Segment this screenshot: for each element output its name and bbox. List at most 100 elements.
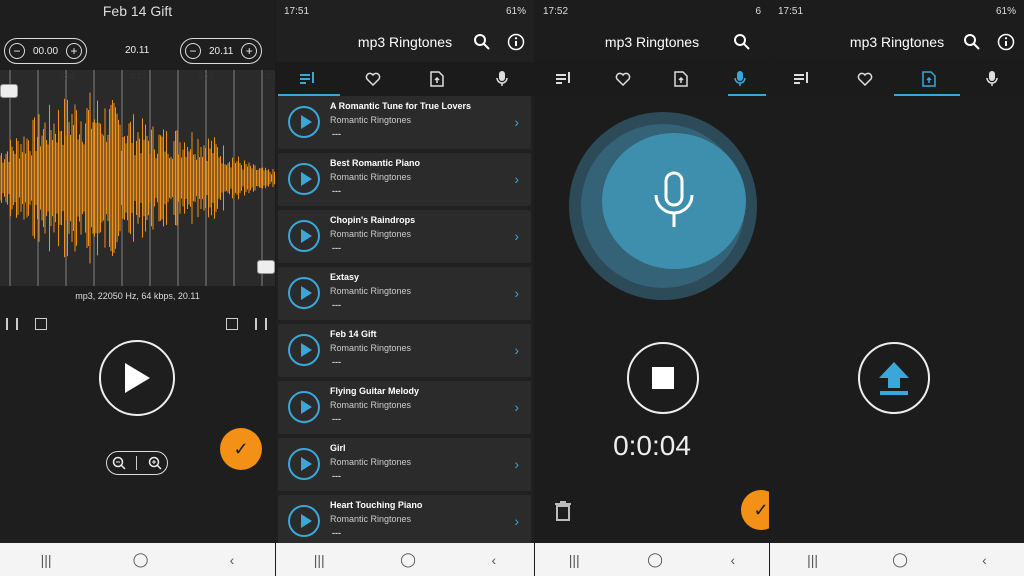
- play-icon[interactable]: [288, 220, 320, 252]
- play-icon[interactable]: [288, 277, 320, 309]
- back-icon[interactable]: ‹: [230, 552, 235, 568]
- app-title: mp3 Ringtones: [849, 34, 945, 50]
- system-nav-bar: ||| ◯ ‹: [276, 543, 534, 576]
- tab-record[interactable]: [490, 67, 514, 91]
- waveform-view[interactable]: 0:05 0:10 0:15 0:2: [0, 70, 275, 286]
- chevron-right-icon[interactable]: ›: [514, 114, 519, 130]
- tab-ringtones[interactable]: [552, 67, 576, 91]
- file-info: mp3, 22050 Hz, 64 kbps, 20.11: [75, 291, 200, 301]
- info-icon[interactable]: [997, 33, 1015, 51]
- search-icon[interactable]: [733, 33, 751, 51]
- item-subtitle: Romantic Ringtones: [330, 115, 412, 125]
- tab-upload[interactable]: [917, 67, 941, 91]
- playlist-icon: [300, 72, 315, 84]
- tab-upload[interactable]: [425, 67, 449, 91]
- item-subtitle: Romantic Ringtones: [330, 514, 412, 524]
- item-title: Flying Guitar Melody: [330, 386, 420, 396]
- tab-favorites[interactable]: [611, 67, 635, 91]
- list-item[interactable]: Feb 14 Gift Romantic Ringtones --- ›: [278, 324, 531, 377]
- list-item[interactable]: Heart Touching Piano Romantic Ringtones --…: [278, 495, 531, 543]
- save-fab-button[interactable]: ✓: [741, 490, 769, 530]
- list-item[interactable]: Girl Romantic Ringtones --- ›: [278, 438, 531, 491]
- item-title: Feb 14 Gift: [330, 329, 377, 339]
- back-icon[interactable]: ‹: [492, 552, 497, 568]
- record-mic-button[interactable]: [602, 133, 746, 269]
- back-icon[interactable]: ‹: [731, 552, 736, 568]
- end-checkbox[interactable]: [226, 318, 238, 330]
- play-icon[interactable]: [288, 334, 320, 366]
- trash-icon[interactable]: [554, 500, 572, 522]
- status-bar: 17:51 61%: [276, 0, 534, 22]
- home-icon[interactable]: ◯: [400, 551, 416, 568]
- tab-ringtones[interactable]: [790, 67, 814, 91]
- recents-icon[interactable]: |||: [807, 552, 818, 568]
- item-title: A Romantic Tune for True Lovers: [330, 101, 472, 111]
- home-icon[interactable]: ◯: [892, 551, 908, 568]
- end-time-value[interactable]: 20.11: [209, 46, 233, 57]
- list-item[interactable]: Flying Guitar Melody Romantic Ringtones --…: [278, 381, 531, 434]
- home-icon[interactable]: ◯: [647, 551, 663, 568]
- save-fab-button[interactable]: ✓: [220, 428, 262, 470]
- play-icon[interactable]: [288, 505, 320, 537]
- start-time-value[interactable]: 00.00: [33, 46, 58, 57]
- tab-favorites[interactable]: [361, 67, 385, 91]
- end-marker-handle[interactable]: [257, 260, 275, 274]
- tab-record[interactable]: [728, 67, 752, 91]
- list-item[interactable]: Chopin's Raindrops Romantic Ringtones --- ›: [278, 210, 531, 263]
- item-title: Extasy: [330, 272, 360, 282]
- play-icon[interactable]: [288, 163, 320, 195]
- start-checkbox[interactable]: [35, 318, 47, 330]
- zoom-in-icon[interactable]: [148, 456, 162, 470]
- chevron-right-icon[interactable]: ›: [514, 399, 519, 415]
- status-bar: 17:52 6: [535, 0, 769, 22]
- set-end-icon[interactable]: [255, 318, 267, 330]
- tick-label: 0:10: [130, 72, 146, 81]
- play-button[interactable]: [99, 340, 175, 416]
- search-icon[interactable]: [963, 33, 981, 51]
- stop-button[interactable]: [627, 342, 699, 414]
- tick-label: 0:05: [60, 72, 76, 81]
- item-meta: ---: [332, 300, 341, 310]
- item-title: Girl: [330, 443, 346, 453]
- decrease-start-button[interactable]: −: [9, 43, 25, 59]
- status-time: 17:51: [284, 5, 310, 17]
- list-item[interactable]: A Romantic Tune for True Lovers Romantic …: [278, 96, 531, 149]
- set-start-icon[interactable]: [6, 318, 18, 330]
- increase-end-button[interactable]: +: [241, 43, 258, 59]
- recents-icon[interactable]: |||: [41, 552, 52, 568]
- app-title: mp3 Ringtones: [357, 34, 453, 50]
- home-icon[interactable]: ◯: [133, 551, 149, 568]
- system-nav-bar: ||| ◯ ‹: [770, 543, 1024, 576]
- start-marker-handle[interactable]: [0, 84, 18, 98]
- chevron-right-icon[interactable]: ›: [514, 285, 519, 301]
- upload-button[interactable]: [858, 342, 930, 414]
- ringtone-list-screen: 17:51 61% mp3 Ringtones A Romantic Tune …: [276, 0, 534, 543]
- item-title: Best Romantic Piano: [330, 158, 421, 168]
- recents-icon[interactable]: |||: [569, 552, 580, 568]
- list-item[interactable]: Extasy Romantic Ringtones --- ›: [278, 267, 531, 320]
- item-subtitle: Romantic Ringtones: [330, 457, 412, 467]
- mic-icon: [496, 71, 508, 86]
- tab-favorites[interactable]: [853, 67, 877, 91]
- zoom-out-icon[interactable]: [112, 456, 126, 470]
- chevron-right-icon[interactable]: ›: [514, 513, 519, 529]
- increase-start-button[interactable]: +: [66, 43, 83, 59]
- info-icon[interactable]: [507, 33, 525, 51]
- decrease-end-button[interactable]: −: [185, 43, 201, 59]
- tab-upload[interactable]: [669, 67, 693, 91]
- list-item[interactable]: Best Romantic Piano Romantic Ringtones ---…: [278, 153, 531, 206]
- play-icon[interactable]: [288, 448, 320, 480]
- play-icon[interactable]: [288, 106, 320, 138]
- play-icon[interactable]: [288, 391, 320, 423]
- search-icon[interactable]: [473, 33, 491, 51]
- tick-label: 0:2: [266, 72, 275, 81]
- tab-ringtones[interactable]: [296, 67, 320, 91]
- zoom-divider: [136, 456, 138, 470]
- back-icon[interactable]: ‹: [982, 552, 987, 568]
- tab-record[interactable]: [980, 67, 1004, 91]
- chevron-right-icon[interactable]: ›: [514, 171, 519, 187]
- chevron-right-icon[interactable]: ›: [514, 342, 519, 358]
- recents-icon[interactable]: |||: [314, 552, 325, 568]
- chevron-right-icon[interactable]: ›: [514, 228, 519, 244]
- chevron-right-icon[interactable]: ›: [514, 456, 519, 472]
